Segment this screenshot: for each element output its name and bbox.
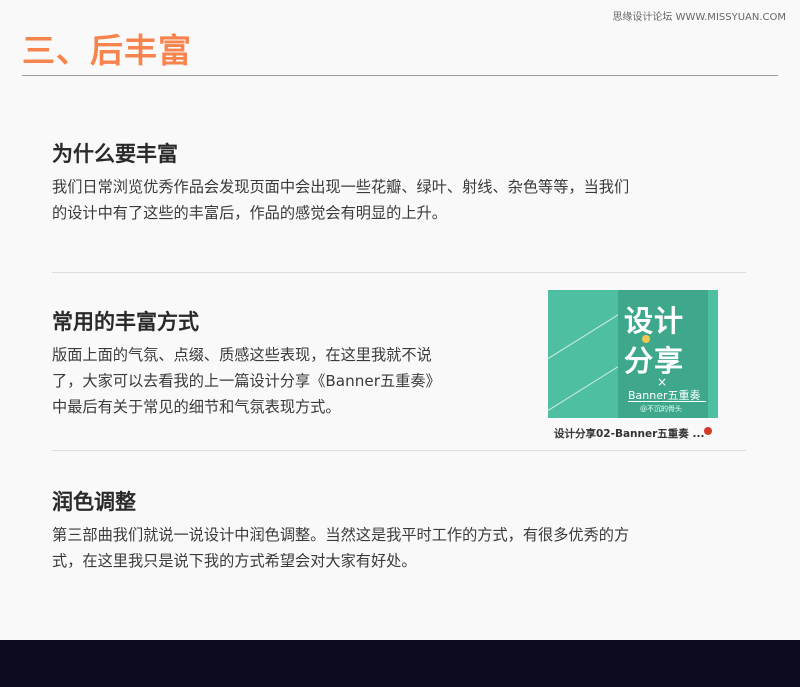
section-body: 版面上面的气氛、点缀、质感这些表现，在这里我就不说 了，大家可以去看我的上一篇设… bbox=[52, 342, 522, 420]
thumbnail-caption-link[interactable]: 设计分享02-Banner五重奏 ... bbox=[554, 426, 704, 441]
thumbnail-title-line1: 设计 bbox=[624, 304, 685, 338]
article-thumbnail[interactable]: 设计 分享 × Banner五重奏 @不沉的骨头 bbox=[548, 290, 718, 418]
section-divider bbox=[52, 450, 746, 451]
footer-band bbox=[0, 640, 800, 687]
body-line: 的设计中有了这些的丰富后，作品的感觉会有明显的上升。 bbox=[52, 204, 447, 222]
title-divider bbox=[22, 75, 778, 76]
section-heading: 为什么要丰富 bbox=[52, 142, 178, 166]
body-line: 中最后有关于常见的细节和气氛表现方式。 bbox=[52, 398, 341, 416]
body-line: 我们日常浏览优秀作品会发现页面中会出现一些花瓣、绿叶、射线、杂色等等，当我们 bbox=[52, 178, 630, 196]
section-heading: 常用的丰富方式 bbox=[52, 310, 199, 334]
section-body: 我们日常浏览优秀作品会发现页面中会出现一些花瓣、绿叶、射线、杂色等等，当我们 的… bbox=[52, 174, 752, 226]
section-divider bbox=[52, 272, 746, 273]
body-line: 了，大家可以去看我的上一篇设计分享《Banner五重奏》 bbox=[52, 372, 441, 390]
section-why-enrich: 为什么要丰富 我们日常浏览优秀作品会发现页面中会出现一些花瓣、绿叶、射线、杂色等… bbox=[52, 138, 752, 226]
body-line: 第三部曲我们就说一说设计中润色调整。当然这是我平时工作的方式，有很多优秀的方 bbox=[52, 526, 630, 544]
page-title: 三、后丰富 bbox=[22, 31, 192, 70]
body-line: 式，在这里我只是说下我的方式希望会对大家有好处。 bbox=[52, 552, 417, 570]
thumbnail-title-line2: 分享 bbox=[624, 344, 685, 378]
section-heading: 润色调整 bbox=[52, 490, 136, 514]
section-body: 第三部曲我们就说一说设计中润色调整。当然这是我平时工作的方式，有很多优秀的方 式… bbox=[52, 522, 752, 574]
logo-icon bbox=[704, 427, 712, 435]
watermark: 思缘设计论坛 WWW.MISSYUAN.COM bbox=[612, 12, 786, 23]
body-line: 版面上面的气氛、点缀、质感这些表现，在这里我就不说 bbox=[52, 346, 432, 364]
thumbnail-underline bbox=[628, 401, 706, 402]
section-common-methods: 常用的丰富方式 版面上面的气氛、点缀、质感这些表现，在这里我就不说 了，大家可以… bbox=[52, 306, 522, 420]
section-color-adjust: 润色调整 第三部曲我们就说一说设计中润色调整。当然这是我平时工作的方式，有很多优… bbox=[52, 486, 752, 574]
thumbnail-author: @不沉的骨头 bbox=[640, 405, 682, 413]
